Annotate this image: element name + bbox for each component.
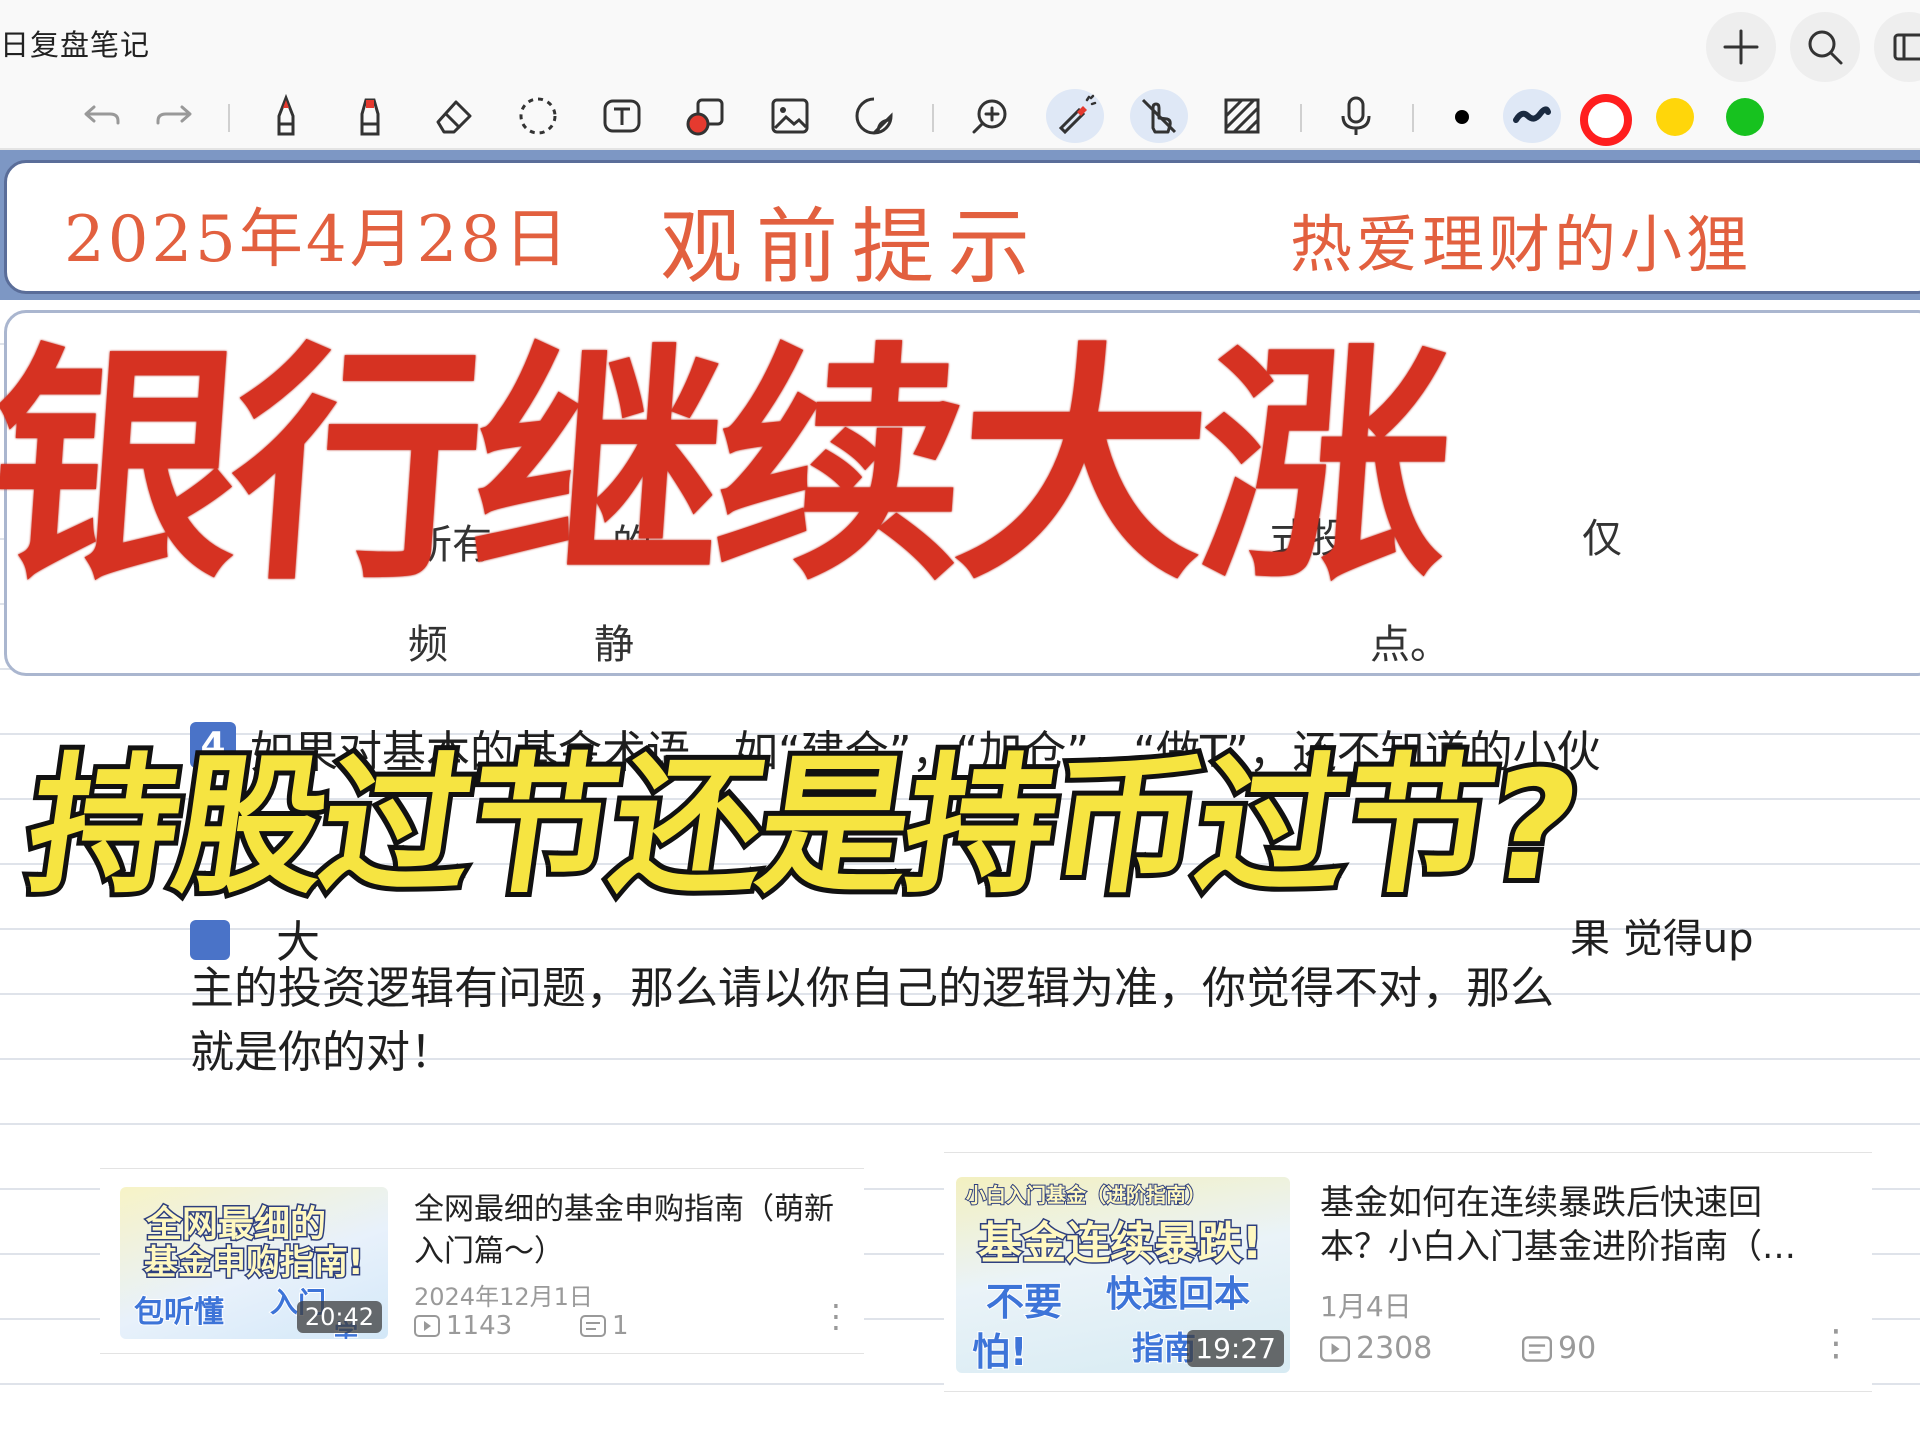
note-fragment: 果 觉得up xyxy=(1570,916,1754,962)
zoom-icon xyxy=(972,99,1007,134)
lasso-tool[interactable] xyxy=(510,90,566,142)
thumbnail-caption: 快速回本 xyxy=(1105,1273,1251,1316)
add-icon xyxy=(1723,29,1759,65)
thumbnail-caption: 不要 xyxy=(985,1279,1063,1325)
video-comments: 1 xyxy=(580,1311,629,1341)
brush-stroke-icon xyxy=(1513,106,1551,123)
handwritten-date: 2025年4月28日 xyxy=(64,203,572,277)
video-view-count: 1143 xyxy=(446,1311,513,1341)
redo-icon xyxy=(156,105,192,125)
note-fragment: 静 xyxy=(594,622,634,668)
color-swatch-yellow[interactable] xyxy=(1656,98,1694,136)
video-date: 1月4日 xyxy=(1320,1290,1412,1323)
video-comments: 90 xyxy=(1522,1331,1596,1366)
laser-pointer-tool[interactable] xyxy=(1046,89,1104,143)
video-view-count: 2308 xyxy=(1356,1331,1433,1366)
note-line-item5-3: 就是你的对！ xyxy=(190,1027,454,1078)
video-duration: 19:27 xyxy=(1187,1330,1284,1367)
touch-draw-icon xyxy=(1141,98,1177,134)
comment-icon xyxy=(580,1315,606,1337)
note-line-item5-2: 主的投资逻辑有问题，那么请以你自己的逻辑为准，你觉得不对，那么 xyxy=(190,963,1554,1014)
video-date: 2024年12月1日 xyxy=(414,1283,593,1311)
image-icon xyxy=(771,98,809,134)
panel-icon xyxy=(1893,33,1920,61)
video-card[interactable]: 全网最细的 基金申购指南! 包听懂 入门 学 20:42 全网最细的基金申购指南… xyxy=(100,1168,864,1354)
zoom-tool[interactable] xyxy=(962,90,1018,142)
shape-tool[interactable] xyxy=(678,90,734,142)
search-button[interactable] xyxy=(1790,12,1860,82)
video-comment-count: 1 xyxy=(612,1311,629,1341)
pen-tool[interactable] xyxy=(258,90,314,142)
thumbnail-caption: 小白入门基金（进阶指南） xyxy=(965,1182,1207,1208)
thumbnail-caption: 基金申购指南! xyxy=(143,1242,366,1285)
sticker-icon xyxy=(855,97,893,135)
toolbar-divider xyxy=(228,104,230,132)
app-bar: 日复盘笔记 xyxy=(0,0,1920,84)
thumbnail-caption: 怕! xyxy=(971,1329,1028,1373)
toolbar-divider xyxy=(932,104,934,132)
comment-icon xyxy=(1522,1335,1552,1362)
video-card[interactable]: 小白入门基金（进阶指南） 基金连续暴跌! 不要 快速回本 怕! 指南 19:27… xyxy=(944,1152,1872,1392)
note-fragment: 点。 xyxy=(1370,622,1450,668)
sticker-tool[interactable] xyxy=(846,90,902,142)
video-views: 2308 xyxy=(1320,1331,1432,1366)
handwritten-author: 热爱理财的小狸 xyxy=(1290,208,1753,281)
undo-button[interactable] xyxy=(74,90,130,142)
eraser-tool[interactable] xyxy=(426,90,482,142)
eraser-icon xyxy=(436,100,472,134)
lasso-icon xyxy=(519,97,557,135)
image-tool[interactable] xyxy=(762,90,818,142)
pen-icon xyxy=(277,94,295,136)
color-swatch-green[interactable] xyxy=(1726,98,1764,136)
touch-draw-toggle[interactable] xyxy=(1130,89,1188,143)
background-pattern-icon xyxy=(1224,98,1260,134)
video-duration: 20:42 xyxy=(296,1301,382,1333)
text-box-tool[interactable] xyxy=(594,90,650,142)
app-title: 日复盘笔记 xyxy=(0,28,151,62)
color-swatch-black[interactable] xyxy=(1455,110,1469,124)
play-count-icon xyxy=(1320,1335,1350,1362)
pen-size-swatch[interactable] xyxy=(1503,89,1561,143)
shape-icon xyxy=(686,98,724,136)
text-box-icon xyxy=(603,99,641,133)
thumbnail-caption: 包听懂 xyxy=(133,1294,225,1331)
background-pattern-tool[interactable] xyxy=(1214,90,1270,142)
video-title-line[interactable]: 本？小白入门基金进阶指南（… xyxy=(1320,1225,1796,1269)
video-comment-count: 90 xyxy=(1558,1331,1597,1366)
handwritten-tip-title: 观前提示 xyxy=(660,200,1045,295)
redo-button[interactable] xyxy=(146,90,202,142)
thumbnail-caption: 基金连续暴跌! xyxy=(976,1217,1263,1271)
laser-pointer-icon xyxy=(1058,94,1097,135)
marker-tool[interactable] xyxy=(342,90,398,142)
toolbar-divider xyxy=(1412,104,1414,132)
play-count-icon xyxy=(414,1315,440,1337)
video-views: 1143 xyxy=(414,1311,512,1341)
color-swatch-red-selected[interactable] xyxy=(1580,94,1632,146)
drawing-toolbar xyxy=(0,84,1920,150)
microphone-icon xyxy=(1341,96,1371,135)
video-thumbnail[interactable]: 全网最细的 基金申购指南! 包听懂 入门 学 20:42 xyxy=(120,1187,388,1339)
video-title-line[interactable]: 全网最细的基金申购指南（萌新 xyxy=(414,1189,834,1231)
video-title-line[interactable]: 基金如何在连续暴跌后快速回 xyxy=(1320,1181,1762,1225)
note-fragment: 频 xyxy=(408,622,448,668)
undo-icon xyxy=(84,105,120,125)
microphone-button[interactable] xyxy=(1328,90,1384,142)
toolbar-divider xyxy=(1300,104,1302,132)
add-button[interactable] xyxy=(1706,12,1776,82)
video-thumbnail[interactable]: 小白入门基金（进阶指南） 基金连续暴跌! 不要 快速回本 怕! 指南 19:27 xyxy=(956,1177,1290,1373)
more-options-icon[interactable]: ⋮ xyxy=(1818,1323,1854,1364)
more-options-icon[interactable]: ⋮ xyxy=(820,1297,852,1335)
overlay-red-title: 银行继续大涨 xyxy=(0,322,1453,613)
marker-icon xyxy=(360,98,380,136)
panel-button[interactable] xyxy=(1874,12,1920,82)
overlay-yellow-title: 持股过节还是持币过节? xyxy=(13,735,1590,919)
video-title-line[interactable]: 入门篇～） xyxy=(414,1231,564,1273)
search-icon xyxy=(1808,30,1843,65)
